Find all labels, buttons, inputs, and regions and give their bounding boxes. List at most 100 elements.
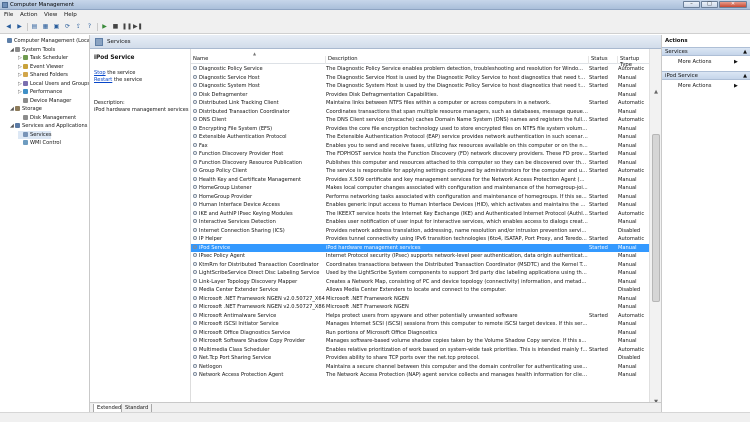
service-row[interactable]: Function Discovery Resource Publication P… bbox=[191, 159, 649, 168]
tree-node-task-scheduler[interactable]: ▷ Task Scheduler bbox=[18, 54, 68, 62]
scroll-up-icon[interactable]: ▲ bbox=[652, 89, 660, 97]
service-row[interactable]: Diagnostic Service Host The Diagnostic Se… bbox=[191, 74, 649, 83]
pause-icon[interactable]: ❚❚ bbox=[122, 23, 132, 31]
service-row[interactable]: DNS Client The DNS Client service (dnscac… bbox=[191, 116, 649, 125]
tree-node-shared-folders[interactable]: ▷ Shared Folders bbox=[18, 71, 68, 79]
service-gear-icon bbox=[193, 108, 197, 113]
scroll-thumb[interactable] bbox=[652, 134, 660, 302]
service-row[interactable]: Multimedia Class Scheduler Enables relati… bbox=[191, 346, 649, 355]
tree-node-local-users-and-groups[interactable]: ▷ Local Users and Groups bbox=[18, 80, 89, 88]
service-name-text: Network Access Protection Agent bbox=[199, 372, 284, 378]
menu-file[interactable]: File bbox=[4, 12, 13, 18]
tree-node-disk-management[interactable]: Disk Management bbox=[18, 114, 76, 122]
restart-icon[interactable]: ▶❚ bbox=[133, 23, 143, 31]
tree-node-device-manager[interactable]: Device Manager bbox=[18, 97, 71, 105]
tree-node-performance[interactable]: ▷ Performance bbox=[18, 88, 62, 96]
service-row[interactable]: Microsoft Software Shadow Copy Provider M… bbox=[191, 337, 649, 346]
column-name[interactable]: Name ▲ bbox=[191, 51, 326, 64]
service-row[interactable]: Distributed Transaction Coordinator Coord… bbox=[191, 108, 649, 117]
service-row[interactable]: IP Helper Provides tunnel connectivity us… bbox=[191, 235, 649, 244]
service-row[interactable]: Encrypting File System (EFS) Provides the… bbox=[191, 125, 649, 134]
service-startup-cell: Manual bbox=[618, 219, 637, 225]
service-gear-icon bbox=[193, 346, 197, 351]
help-icon[interactable]: ? bbox=[85, 23, 94, 31]
service-row[interactable]: Link-Layer Topology Discovery Mapper Crea… bbox=[191, 278, 649, 287]
service-description-cell: Performs networking tasks associated wit… bbox=[326, 193, 588, 200]
tree-node-services-and-applications[interactable]: ◢ Services and Applications bbox=[10, 122, 87, 130]
service-status-cell: Started bbox=[589, 168, 608, 174]
service-row[interactable]: Internet Connection Sharing (ICS) Provide… bbox=[191, 227, 649, 236]
service-gear-icon bbox=[193, 168, 197, 172]
service-row[interactable]: IKE and AuthIP IPsec Keying Modules The I… bbox=[191, 210, 649, 219]
column-description[interactable]: Description bbox=[326, 56, 589, 64]
minimize-button[interactable]: – bbox=[683, 1, 700, 8]
tree-node-services[interactable]: Services bbox=[18, 130, 52, 139]
service-row[interactable]: Net.Tcp Port Sharing Service Provides abi… bbox=[191, 354, 649, 363]
service-row[interactable]: Function Discovery Provider Host The FDPH… bbox=[191, 150, 649, 159]
service-row[interactable]: Disk Defragmenter Provides Disk Defragmen… bbox=[191, 91, 649, 100]
stop-service-link[interactable]: Stop bbox=[94, 70, 106, 76]
vertical-scrollbar[interactable]: ▲ ▼ bbox=[649, 49, 661, 409]
more-actions-services[interactable]: More Actions ▶ bbox=[678, 59, 738, 65]
service-row[interactable]: Human Interface Device Access Enables gen… bbox=[191, 201, 649, 210]
actions-group-ipod-service[interactable]: iPod Service ▲ bbox=[662, 71, 750, 80]
service-row[interactable]: Microsoft Antimalware Service Helps prote… bbox=[191, 312, 649, 321]
tree-node-label: Disk Management bbox=[30, 114, 77, 121]
service-row[interactable]: Microsoft iSCSI Initiator Service Manages… bbox=[191, 320, 649, 329]
up-icon[interactable]: ▤ bbox=[30, 23, 39, 31]
tree-node-system-tools[interactable]: ◢ System Tools bbox=[10, 46, 55, 54]
service-name-cell: Net.Tcp Port Sharing Service bbox=[193, 354, 325, 363]
tree-node-label: Performance bbox=[30, 89, 63, 95]
menu-help[interactable]: Help bbox=[64, 12, 77, 18]
service-row[interactable]: Interactive Services Detection Enables us… bbox=[191, 218, 649, 227]
export-icon[interactable]: ⇪ bbox=[74, 23, 83, 31]
forward-icon[interactable]: ▶ bbox=[15, 23, 24, 31]
collapse-icon[interactable]: ▲ bbox=[743, 48, 747, 57]
properties-icon[interactable]: ▣ bbox=[52, 23, 61, 31]
show-hide-tree-icon[interactable]: ▦ bbox=[41, 23, 50, 31]
play-icon[interactable]: ▶ bbox=[100, 23, 109, 31]
actions-group-services[interactable]: Services ▲ bbox=[662, 47, 750, 56]
service-row[interactable]: KtmRm for Distributed Transaction Coordi… bbox=[191, 261, 649, 270]
service-name-text: Distributed Link Tracking Client bbox=[199, 100, 279, 106]
service-row[interactable]: Distributed Link Tracking Client Maintain… bbox=[191, 99, 649, 108]
service-row[interactable]: Group Policy Client The service is respon… bbox=[191, 167, 649, 176]
service-row[interactable]: Health Key and Certificate Management Pro… bbox=[191, 176, 649, 185]
collapse-icon[interactable]: ▲ bbox=[743, 72, 747, 81]
service-row[interactable]: Network Access Protection Agent The Netwo… bbox=[191, 371, 649, 380]
close-button[interactable]: ✕ bbox=[719, 1, 747, 8]
service-row[interactable]: IPsec Policy Agent Internet Protocol secu… bbox=[191, 252, 649, 261]
column-startup-type[interactable]: Startup Type bbox=[618, 56, 649, 68]
restart-service-link[interactable]: Restart bbox=[94, 77, 112, 83]
menu-action[interactable]: Action bbox=[20, 12, 38, 18]
service-row[interactable]: Media Center Extender Service Allows Medi… bbox=[191, 286, 649, 295]
service-row[interactable]: Microsoft .NET Framework NGEN v2.0.50727… bbox=[191, 295, 649, 304]
service-description-cell: Run portions of Microsoft Office Diagnos… bbox=[326, 329, 438, 336]
service-row[interactable]: Diagnostic System Host The Diagnostic Sys… bbox=[191, 82, 649, 91]
column-status[interactable]: Status bbox=[589, 56, 618, 64]
service-row[interactable]: Microsoft .NET Framework NGEN v2.0.50727… bbox=[191, 303, 649, 312]
more-actions-ipod[interactable]: More Actions ▶ bbox=[678, 83, 738, 89]
service-row[interactable]: iPod Service iPod hardware management ser… bbox=[191, 243, 649, 252]
stop-icon[interactable]: ■ bbox=[111, 23, 120, 31]
tree-node-event-viewer[interactable]: ▷ Event Viewer bbox=[18, 63, 64, 71]
service-gear-icon bbox=[193, 244, 197, 249]
service-row[interactable]: Extensible Authentication Protocol The Ex… bbox=[191, 133, 649, 142]
menu-view[interactable]: View bbox=[44, 12, 57, 18]
tree-node-label: Event Viewer bbox=[30, 63, 64, 70]
service-name-text: Human Interface Device Access bbox=[199, 202, 280, 208]
service-row[interactable]: LightScribeService Direct Disc Labeling … bbox=[191, 269, 649, 278]
service-row[interactable]: Diagnostic Policy Service The Diagnostic … bbox=[191, 65, 649, 74]
maximize-button[interactable]: □ bbox=[701, 1, 718, 8]
tree-node-wmi-control[interactable]: WMI Control bbox=[18, 139, 61, 147]
refresh-icon[interactable]: ⟳ bbox=[63, 23, 72, 31]
service-row[interactable]: Fax Enables you to send and receive faxes… bbox=[191, 142, 649, 151]
tree-node-computer-management-local[interactable]: Computer Management (Local bbox=[2, 37, 89, 45]
service-row[interactable]: Netlogon Maintains a secure channel betwe… bbox=[191, 363, 649, 372]
service-row[interactable]: HomeGroup Listener Makes local computer c… bbox=[191, 184, 649, 193]
service-row[interactable]: HomeGroup Provider Performs networking ta… bbox=[191, 193, 649, 202]
back-icon[interactable]: ◀ bbox=[4, 23, 13, 31]
navigation-tree: Computer Management (Local ◢ System Tools ▷… bbox=[0, 35, 90, 422]
tree-node-storage[interactable]: ◢ Storage bbox=[10, 105, 42, 113]
service-row[interactable]: Microsoft Office Diagnostics Service Run … bbox=[191, 329, 649, 338]
